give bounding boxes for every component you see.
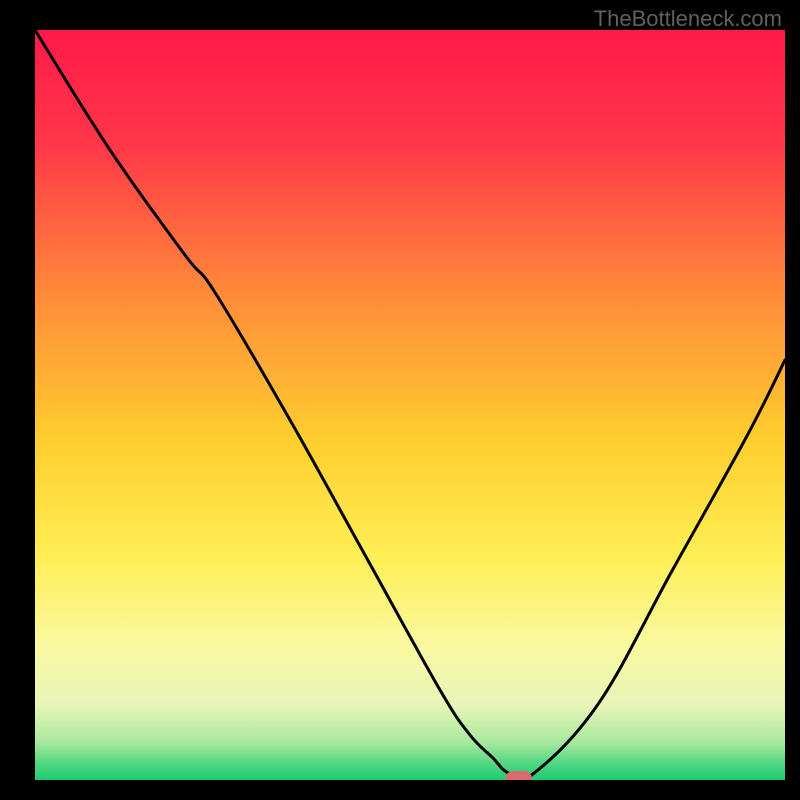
chart-svg bbox=[35, 30, 785, 780]
gradient-background bbox=[35, 30, 785, 780]
marker-pill bbox=[506, 771, 532, 780]
chart-container: TheBottleneck.com bbox=[0, 0, 800, 800]
plot-area bbox=[35, 30, 785, 780]
watermark-text: TheBottleneck.com bbox=[594, 6, 782, 32]
